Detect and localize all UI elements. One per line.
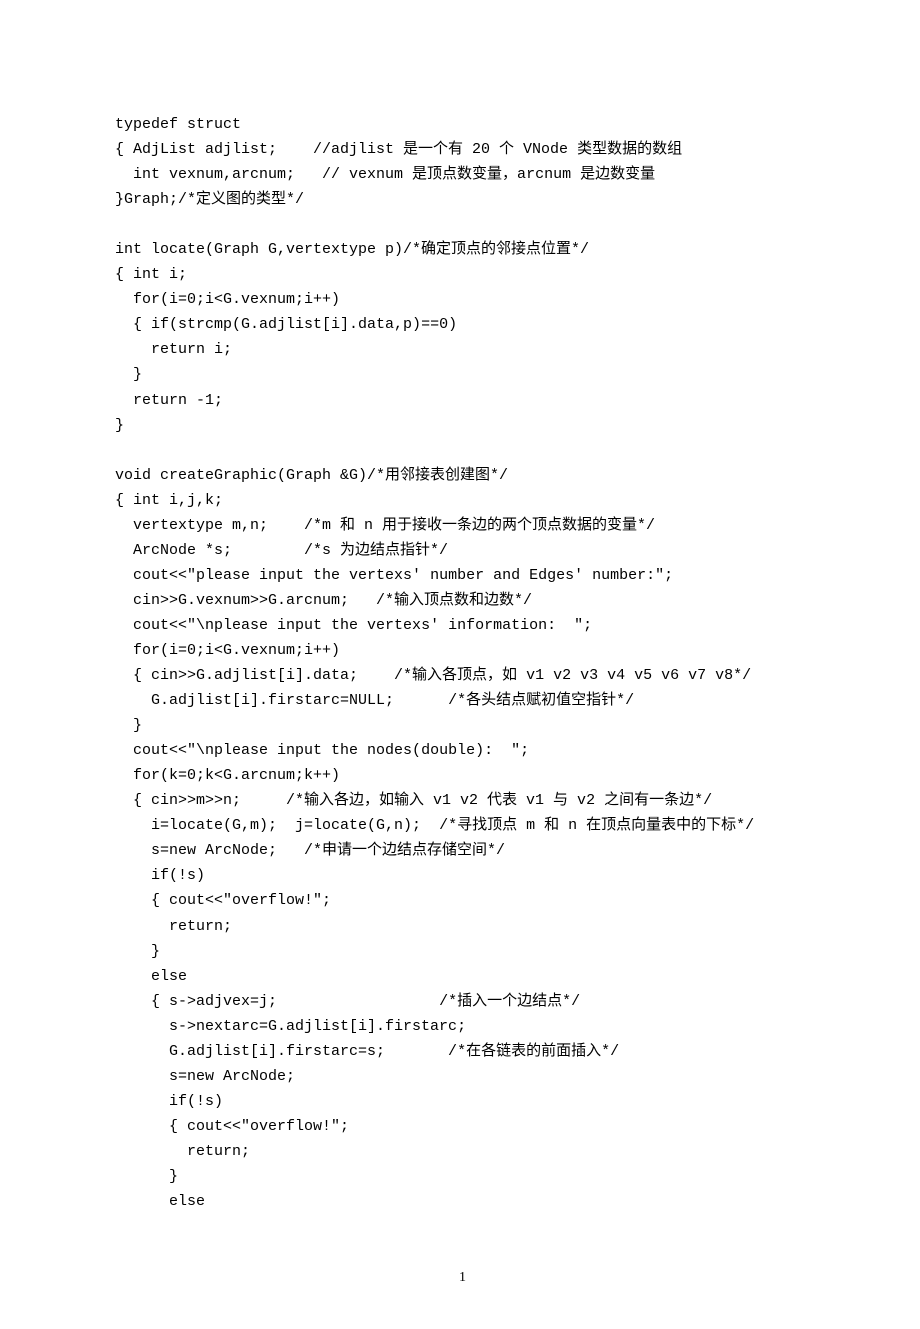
page-number: 1 — [115, 1266, 810, 1289]
code-block: typedef struct { AdjList adjlist; //adjl… — [115, 112, 810, 1214]
